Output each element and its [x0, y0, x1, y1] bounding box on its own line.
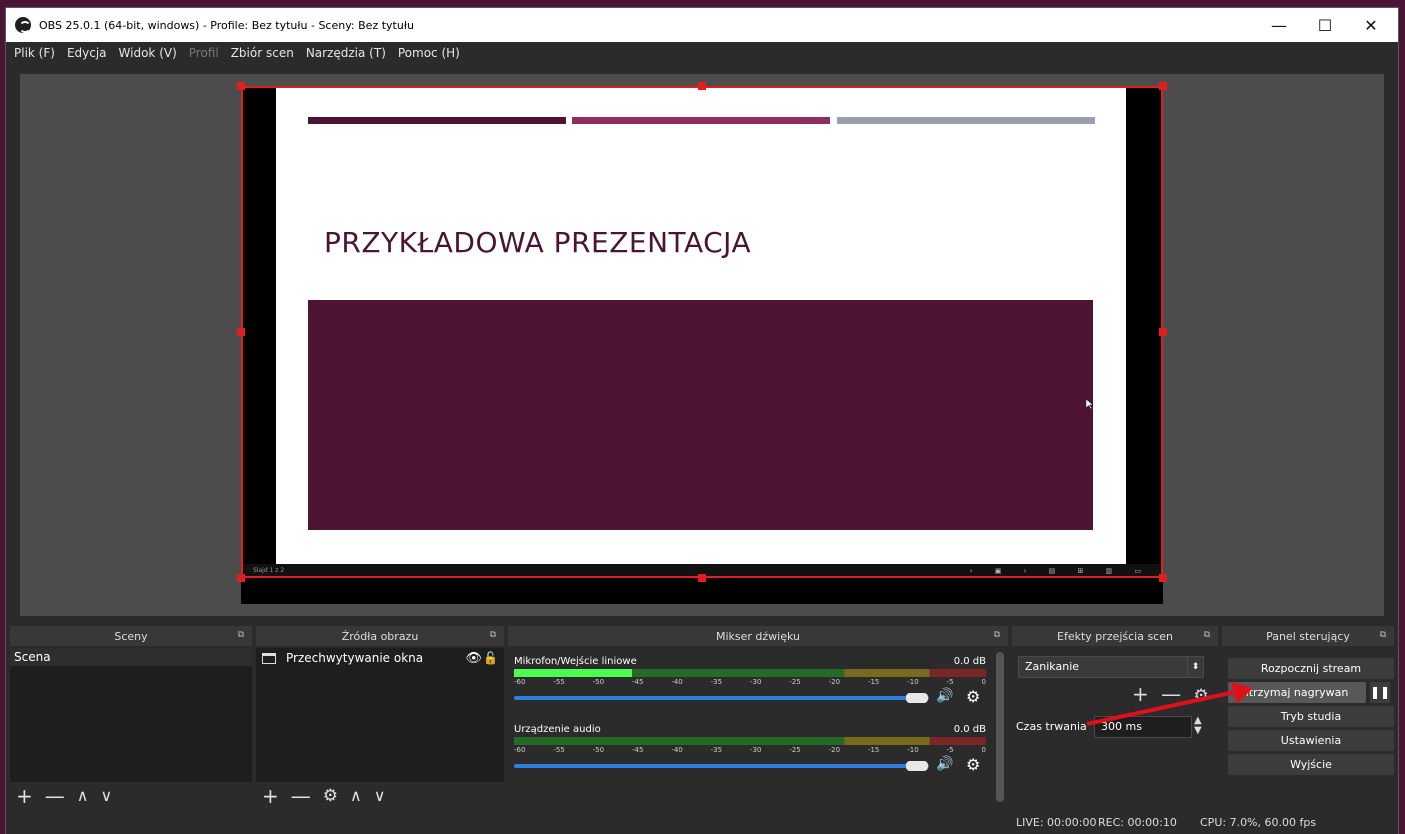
obs-logo-icon — [15, 17, 31, 33]
spin-arrows-icon[interactable]: ⬍ — [1187, 657, 1203, 677]
volume-meter — [514, 737, 986, 745]
meter-level — [514, 669, 632, 677]
status-bar: LIVE: 00:00:00 REC: 00:00:10 CPU: 7.0%, … — [6, 812, 1398, 834]
track-name: Urządzenie audio — [514, 724, 601, 735]
dock-header: Panel sterujący ⧉ — [1222, 626, 1394, 646]
meter-scale: -60 -55 -50 -45 -40 -35 -30 -25 -20 -15 -10 -5 0 — [514, 678, 986, 686]
audio-mixer-dock: Mikser dźwięku ⧉ Mikrofon/Wejście liniow… — [508, 626, 1008, 810]
audio-track: Urządzenie audio 0.0 dB -60 -55 -50 -45 -40-… — [514, 724, 986, 774]
undock-icon[interactable]: ⧉ — [1380, 630, 1386, 640]
list-item[interactable]: Scena — [10, 648, 252, 666]
move-up-icon[interactable]: ∧ — [77, 788, 89, 804]
speaker-icon[interactable]: 🔊 — [936, 688, 953, 704]
mixer-scrollbar[interactable] — [996, 652, 1004, 802]
transition-select[interactable]: Zanikanie ⬍ — [1018, 656, 1204, 678]
pause-icon[interactable]: ❚❚ — [1370, 682, 1390, 703]
dock-title: Źródła obrazu — [341, 629, 419, 643]
resize-handle[interactable] — [698, 82, 706, 90]
resize-handle[interactable] — [1159, 82, 1167, 90]
source-selection-box[interactable] — [241, 86, 1163, 578]
scenes-toolbar: + — ∧ ∨ — [10, 782, 252, 810]
resize-handle[interactable] — [698, 574, 706, 582]
mixer-body: Mikrofon/Wejście liniowe 0.0 dB -60 -55 -5… — [508, 648, 1008, 810]
settings-button[interactable]: Ustawienia — [1228, 730, 1394, 751]
window-title: OBS 25.0.1 (64-bit, windows) - Profile: … — [39, 18, 414, 32]
move-down-icon[interactable]: ∨ — [374, 788, 386, 804]
volume-fader[interactable]: 🔊 ⚙ — [514, 687, 986, 706]
transition-selected: Zanikanie — [1025, 660, 1080, 673]
menu-file[interactable]: Plik (F) — [14, 46, 55, 60]
source-name: Przechwytywanie okna — [286, 651, 424, 665]
move-down-icon[interactable]: ∨ — [100, 788, 112, 804]
resize-handle[interactable] — [237, 82, 245, 90]
menu-edit[interactable]: Edycja — [67, 46, 107, 60]
track-db: 0.0 dB — [953, 656, 986, 667]
dock-title: Efekty przejścia scen — [1057, 629, 1173, 643]
dock-title: Sceny — [114, 629, 148, 643]
duration-label: Czas trwania — [1016, 720, 1087, 733]
close-button[interactable]: ✕ — [1348, 8, 1394, 42]
rec-timer: REC: 00:00:10 — [1098, 816, 1177, 829]
exit-button[interactable]: Wyjście — [1228, 754, 1394, 775]
menu-scene-collection[interactable]: Zbiór scen — [231, 46, 294, 60]
cpu-status: CPU: 7.0%, 60.00 fps — [1200, 816, 1317, 829]
undock-icon[interactable]: ⧉ — [238, 630, 244, 640]
gear-icon[interactable]: ⚙ — [323, 787, 338, 805]
dock-header: Mikser dźwięku ⧉ — [508, 626, 1008, 646]
meter-scale: -60 -55 -50 -45 -40 -35 -30 -25 -20 -15 -10 -5 0 — [514, 746, 986, 754]
dock-header: Sceny ⧉ — [10, 626, 252, 646]
preview-area[interactable]: PRZYKŁADOWA PREZENTACJA Slajd 1 z 2 ‹ ▣ … — [20, 74, 1384, 616]
speaker-icon[interactable]: 🔊 — [936, 756, 953, 772]
eye-icon[interactable]: 👁 — [465, 651, 482, 666]
lock-icon[interactable]: 🔓 — [483, 651, 498, 665]
menu-help[interactable]: Pomoc (H) — [398, 46, 460, 60]
resize-handle[interactable] — [1159, 328, 1167, 336]
gear-icon[interactable]: ⚙ — [966, 755, 980, 774]
dock-header: Efekty przejścia scen ⧉ — [1012, 626, 1218, 646]
fader-rail[interactable] — [514, 764, 929, 768]
window-capture-icon — [262, 652, 276, 664]
undock-icon[interactable]: ⧉ — [1204, 630, 1210, 640]
resize-handle[interactable] — [237, 328, 245, 336]
mouse-cursor-icon — [1086, 399, 1094, 409]
title-bar: OBS 25.0.1 (64-bit, windows) - Profile: … — [6, 8, 1398, 42]
volume-fader[interactable]: 🔊 ⚙ — [514, 755, 986, 774]
add-scene-icon[interactable]: + — [16, 786, 33, 806]
scenes-dock: Sceny ⧉ Scena + — ∧ ∨ — [10, 626, 252, 810]
sources-toolbar: + — ⚙ ∧ ∨ — [256, 782, 504, 810]
remove-source-icon[interactable]: — — [291, 786, 311, 806]
menu-profile[interactable]: Profil — [189, 46, 219, 60]
move-up-icon[interactable]: ∧ — [350, 788, 362, 804]
dock-title: Mikser dźwięku — [715, 629, 800, 643]
track-db: 0.0 dB — [953, 724, 986, 735]
audio-track: Mikrofon/Wejście liniowe 0.0 dB -60 -55 -5… — [514, 656, 986, 706]
menu-view[interactable]: Widok (V) — [119, 46, 177, 60]
add-source-icon[interactable]: + — [262, 786, 279, 806]
minimize-button[interactable]: — — [1256, 8, 1302, 42]
list-item[interactable]: Przechwytywanie okna 👁 🔓 — [256, 648, 504, 668]
fader-rail[interactable] — [514, 696, 929, 700]
maximize-button[interactable]: ☐ — [1302, 8, 1348, 42]
menu-tools[interactable]: Narzędzia (T) — [306, 46, 386, 60]
sources-dock: Źródła obrazu ⧉ Przechwytywanie okna 👁 🔓… — [256, 626, 504, 810]
dock-header: Źródła obrazu ⧉ — [256, 626, 504, 646]
remove-scene-icon[interactable]: — — [45, 786, 65, 806]
resize-handle[interactable] — [1159, 574, 1167, 582]
volume-meter — [514, 669, 986, 677]
gear-icon[interactable]: ⚙ — [966, 687, 980, 706]
fader-knob[interactable] — [906, 693, 928, 703]
start-stream-button[interactable]: Rozpocznij stream — [1228, 658, 1394, 679]
annotation-arrow-icon — [1086, 682, 1253, 726]
track-name: Mikrofon/Wejście liniowe — [514, 656, 637, 667]
resize-handle[interactable] — [237, 574, 245, 582]
undock-icon[interactable]: ⧉ — [490, 630, 496, 640]
menu-bar: Plik (F) Edycja Widok (V) Profil Zbiór s… — [6, 42, 1398, 64]
fader-knob[interactable] — [906, 761, 928, 771]
undock-icon[interactable]: ⧉ — [994, 630, 1000, 640]
dock-title: Panel sterujący — [1266, 629, 1350, 643]
live-timer: LIVE: 00:00:00 — [1016, 816, 1097, 829]
